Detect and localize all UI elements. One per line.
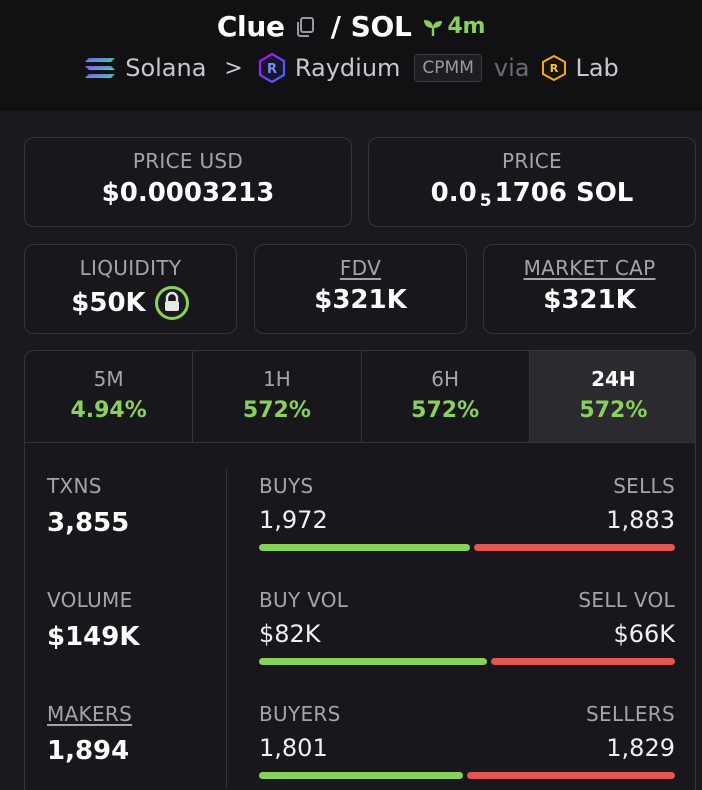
- price-sol-zero-count: 5: [479, 191, 492, 211]
- split-labels: BUY VOL SELL VOL: [259, 588, 675, 612]
- liquidity-value-row: $50K: [25, 285, 236, 321]
- pair-age-value: 4m: [447, 14, 486, 39]
- volume-bar: [259, 658, 675, 665]
- sell-vol-value: $66K: [613, 620, 675, 648]
- dex-name[interactable]: Raydium: [295, 54, 401, 82]
- sell-vol-label: SELL VOL: [578, 588, 675, 612]
- pool-type-badge: CPMM: [414, 54, 482, 82]
- launchpad-name[interactable]: Lab: [575, 54, 618, 82]
- sell-bar-segment: [491, 658, 675, 665]
- svg-text:R: R: [267, 62, 277, 77]
- sells-value: 1,883: [606, 506, 675, 534]
- sell-bar-segment: [474, 544, 675, 551]
- volume-stat: VOLUME $149K: [47, 588, 140, 652]
- tab-1h[interactable]: 1H 572%: [193, 351, 362, 442]
- split-values: 1,972 1,883: [259, 498, 675, 534]
- copy-icon[interactable]: [295, 16, 315, 38]
- lab-icon: R: [541, 54, 567, 82]
- volume-value: $149K: [47, 622, 140, 652]
- buy-bar-segment: [259, 544, 470, 551]
- tab-5m[interactable]: 5M 4.94%: [25, 351, 194, 442]
- buy-bar-segment: [259, 772, 463, 779]
- buy-vol-label: BUY VOL: [259, 588, 349, 612]
- price-usd-value: $0.0003213: [101, 178, 275, 208]
- volume-label: VOLUME: [47, 588, 133, 612]
- buys-label: BUYS: [259, 474, 314, 498]
- stats-divider: [226, 469, 227, 789]
- tab-6h[interactable]: 6H 572%: [362, 351, 530, 442]
- chain-name[interactable]: Solana: [125, 54, 206, 82]
- txns-value: 3,855: [47, 508, 130, 538]
- makers-label[interactable]: MAKERS: [47, 702, 132, 726]
- lock-icon[interactable]: [154, 285, 190, 321]
- tab-24h[interactable]: 24H 572%: [529, 351, 695, 442]
- sells-label: SELLS: [613, 474, 675, 498]
- market-cap-value: $321K: [543, 285, 636, 315]
- price-usd-label: PRICE USD: [132, 149, 244, 173]
- tab-change: 4.94%: [70, 398, 147, 423]
- tab-label: 5M: [93, 367, 124, 391]
- buy-bar-segment: [259, 658, 487, 665]
- buys-sells-split: BUYS SELLS 1,972 1,883: [259, 474, 675, 551]
- svg-text:R: R: [550, 62, 559, 75]
- buy-vol-value: $82K: [259, 620, 321, 648]
- via-label: via: [493, 54, 530, 82]
- txns-label: TXNS: [47, 474, 102, 498]
- price-sol-prefix: 0.0: [430, 178, 477, 208]
- market-cap-card: MARKET CAP $321K: [483, 244, 696, 334]
- tab-change: 572%: [411, 398, 480, 423]
- price-sol-label: PRICE: [502, 149, 562, 173]
- liquidity-label: LIQUIDITY: [79, 256, 182, 280]
- sellers-label: SELLERS: [586, 702, 675, 726]
- fdv-value: $321K: [314, 285, 407, 315]
- buyers-sellers-split: BUYERS SELLERS 1,801 1,829: [259, 702, 675, 779]
- liquidity-value: $50K: [71, 288, 146, 318]
- fdv-label[interactable]: FDV: [255, 256, 466, 280]
- price-sol-suffix: 1706 SOL: [494, 178, 634, 208]
- sell-bar-segment: [467, 772, 675, 779]
- makers-stat: MAKERS 1,894: [47, 702, 132, 766]
- sellers-value: 1,829: [606, 734, 675, 762]
- raydium-icon: R: [257, 52, 287, 84]
- trading-stats-panel: 5M 4.94% 1H 572% 6H 572% 24H 572% TXNS 3…: [24, 350, 696, 790]
- pair-route: Solana > R Raydium CPMM via R Lab: [0, 52, 702, 84]
- chevron-right-icon: >: [224, 55, 243, 81]
- pair-title-row: Clue / SOL 4m: [0, 10, 702, 43]
- buyers-value: 1,801: [259, 734, 328, 762]
- buys-sells-bar: [259, 544, 675, 551]
- price-sol-value: 0.0 5 1706 SOL: [369, 178, 695, 211]
- price-usd-card: PRICE USD $0.0003213: [24, 137, 352, 227]
- tab-change: 572%: [579, 398, 648, 423]
- makers-value: 1,894: [47, 736, 130, 766]
- buyers-label: BUYERS: [259, 702, 341, 726]
- market-cap-label[interactable]: MARKET CAP: [484, 256, 695, 280]
- solana-icon: [83, 55, 117, 81]
- pair-header: Clue / SOL 4m Solana > R Raydium CPMM vi…: [0, 0, 702, 111]
- liquidity-card: LIQUIDITY $50K: [24, 244, 237, 334]
- sprout-icon: [423, 19, 442, 36]
- split-labels: BUYS SELLS: [259, 474, 675, 498]
- txns-stat: TXNS 3,855: [47, 474, 129, 538]
- tab-label: 1H: [262, 367, 291, 391]
- buy-sell-volume-split: BUY VOL SELL VOL $82K $66K: [259, 588, 675, 665]
- tab-label: 6H: [431, 367, 459, 391]
- split-values: $82K $66K: [259, 612, 675, 648]
- split-labels: BUYERS SELLERS: [259, 702, 675, 726]
- timeframe-tabs: 5M 4.94% 1H 572% 6H 572% 24H 572%: [25, 351, 695, 443]
- split-values: 1,801 1,829: [259, 726, 675, 762]
- token-symbol[interactable]: Clue: [217, 10, 285, 43]
- tab-change: 572%: [242, 398, 311, 423]
- makers-bar: [259, 772, 675, 779]
- fdv-card: FDV $321K: [254, 244, 467, 334]
- price-sol-card: PRICE 0.0 5 1706 SOL: [368, 137, 696, 227]
- pair-separator: /: [330, 10, 341, 43]
- quote-symbol: SOL: [350, 10, 412, 43]
- tab-label: 24H: [591, 367, 636, 391]
- pair-age: 4m: [422, 14, 486, 39]
- buys-value: 1,972: [259, 506, 328, 534]
